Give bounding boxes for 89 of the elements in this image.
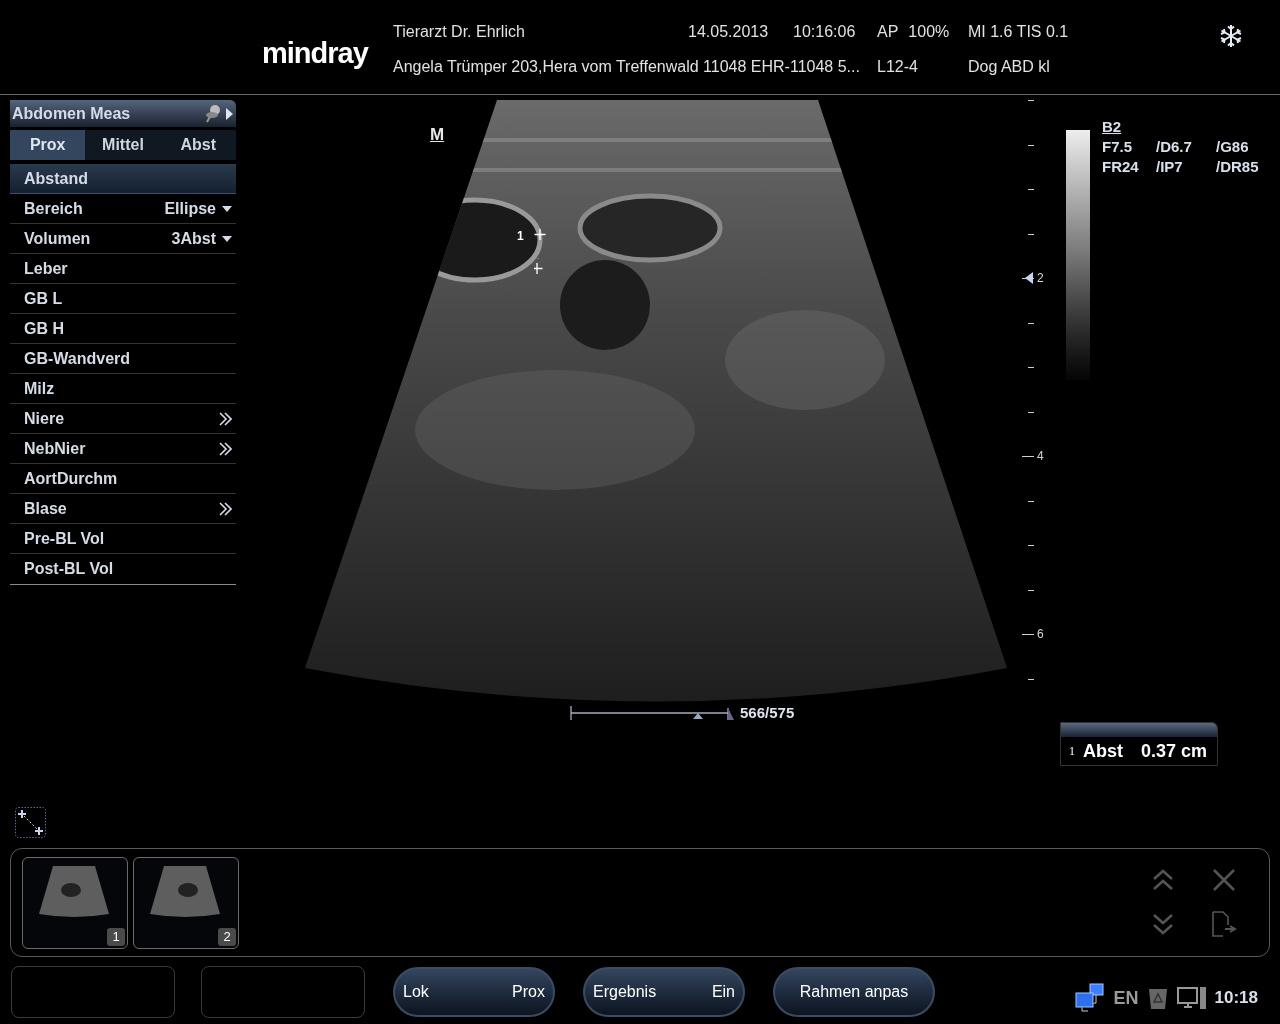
imaging-parameter: F7.5 <box>1102 137 1133 157</box>
safety-indices: MI 1.6 TIS 0.1 <box>968 22 1069 42</box>
bin-icon[interactable] <box>1146 986 1169 1010</box>
menu-item-label: Abstand <box>24 168 88 189</box>
institution-name: Tierarzt Dr. Ehrlich <box>393 22 526 42</box>
power-label: AP <box>877 22 899 42</box>
image-thumbnail[interactable]: 1 <box>22 857 128 949</box>
soft-key-value: Prox <box>512 982 545 1002</box>
menu-item[interactable]: Leber <box>10 254 236 284</box>
caliper-label: 1 <box>517 228 524 245</box>
menu-item[interactable]: GB-Wandverd <box>10 344 236 374</box>
probe-name: L12-4 <box>877 57 919 77</box>
power-value: 100% <box>908 22 950 42</box>
depth-label: 2 <box>1037 271 1044 285</box>
soft-key-value: Ein <box>711 982 735 1002</box>
dropdown-caret-icon[interactable] <box>222 235 232 242</box>
menu-item[interactable]: AortDurchm <box>10 464 236 494</box>
submenu-chevron-icon[interactable] <box>218 411 232 426</box>
menu-item-label: Post-BL Vol <box>24 559 114 579</box>
menu-item[interactable]: Milz <box>10 374 236 404</box>
depth-label: 4 <box>1037 449 1044 463</box>
menu-item-label: Milz <box>24 378 55 399</box>
thumbnail-number: 2 <box>218 928 236 946</box>
imaging-mode: B2 <box>1102 117 1122 137</box>
system-clock: 10:18 <box>1214 987 1258 1010</box>
menu-item[interactable]: Bereich Ellipse <box>10 194 236 224</box>
tab[interactable]: Abst <box>160 130 236 160</box>
image-thumbnail[interactable]: 2 <box>133 857 239 949</box>
exam-time: 10:16:06 <box>793 22 857 42</box>
menu-item-label: Volumen <box>24 228 91 249</box>
menu-item-label: AortDurchm <box>24 468 118 489</box>
soft-key-label: Lok <box>403 982 429 1002</box>
logo: mindray <box>262 36 370 71</box>
menu-item-label: Leber <box>24 258 68 279</box>
soft-key-button[interactable]: Ergebnis Ein <box>583 967 745 1017</box>
menu-item-label: Pre-BL Vol <box>24 528 105 549</box>
menu-item-label: GB L <box>24 288 63 309</box>
menu-item[interactable]: NebNier <box>10 434 236 464</box>
depth-label: 6 <box>1037 627 1044 641</box>
imaging-parameter: /DR85 <box>1216 157 1259 177</box>
submenu-chevron-icon[interactable] <box>218 441 232 456</box>
freeze-icon[interactable] <box>1218 23 1244 49</box>
scale-reading: 566/575 <box>740 703 795 723</box>
orientation-marker: M <box>430 124 445 146</box>
submenu-chevron-icon[interactable] <box>218 501 232 516</box>
tab[interactable]: Mittel <box>85 130 161 160</box>
menu-item-label: Blase <box>24 498 67 519</box>
menu-item[interactable]: Volumen 3Abst <box>10 224 236 254</box>
menu-item[interactable]: GB H <box>10 314 236 344</box>
dropdown-caret-icon[interactable] <box>222 205 232 212</box>
menu-item[interactable]: Blase <box>10 494 236 524</box>
exam-preset: Dog ABD kl <box>968 57 1051 77</box>
exam-date: 14.05.2013 <box>688 22 770 42</box>
language-indicator[interactable]: EN <box>1113 984 1139 1012</box>
menu-item-label: NebNier <box>24 438 86 459</box>
menu-item-value: 3Abst <box>171 228 216 249</box>
menu-item-label: GB H <box>24 318 64 339</box>
menu-item[interactable]: GB L <box>10 284 236 314</box>
measurement-index: 1 <box>1069 743 1075 760</box>
tab[interactable]: Prox <box>10 130 86 160</box>
menu-item-label: Bereich <box>24 198 83 219</box>
menu-item-value: Ellipse <box>164 198 216 219</box>
network-icon[interactable] <box>1073 983 1106 1013</box>
imaging-parameter: /D6.7 <box>1156 137 1193 157</box>
menu-item[interactable]: Post-BL Vol <box>10 554 236 584</box>
soft-key-button[interactable]: Lok Prox <box>393 967 555 1017</box>
panel-title: Abdomen Meas <box>12 103 131 124</box>
imaging-parameter: /IP7 <box>1156 157 1184 177</box>
soft-key-button[interactable]: Rahmen anpas <box>773 967 935 1017</box>
menu-item[interactable]: Pre-BL Vol <box>10 524 236 554</box>
caliper-markers-icon[interactable] <box>534 229 546 274</box>
thumbnail-number: 1 <box>107 928 125 946</box>
focus-marker-icon[interactable] <box>1025 272 1033 284</box>
menu-item-label: Niere <box>24 408 65 429</box>
menu-item[interactable]: Abstand <box>10 164 236 194</box>
computer-icon[interactable] <box>1176 986 1207 1010</box>
measurement-value: 0.37 cm <box>1141 739 1208 763</box>
measure-tool-icon[interactable] <box>15 807 46 838</box>
pin-icon[interactable] <box>204 103 222 124</box>
menu-item[interactable]: Niere <box>10 404 236 434</box>
close-icon[interactable] <box>1211 867 1237 893</box>
soft-key-label: Ergebnis <box>593 982 657 1002</box>
menu-item-label: GB-Wandverd <box>24 348 131 369</box>
document-export-icon[interactable] <box>1211 911 1237 937</box>
measurement-label: Abst <box>1083 739 1123 763</box>
expand-arrow-icon[interactable] <box>225 106 234 121</box>
imaging-parameter: /G86 <box>1216 137 1250 157</box>
patient-info: Angela Trümper 203,Hera vom Treffenwald 11048 EHR-11048 5... <box>393 57 861 77</box>
imaging-parameter: FR24 <box>1102 157 1140 177</box>
